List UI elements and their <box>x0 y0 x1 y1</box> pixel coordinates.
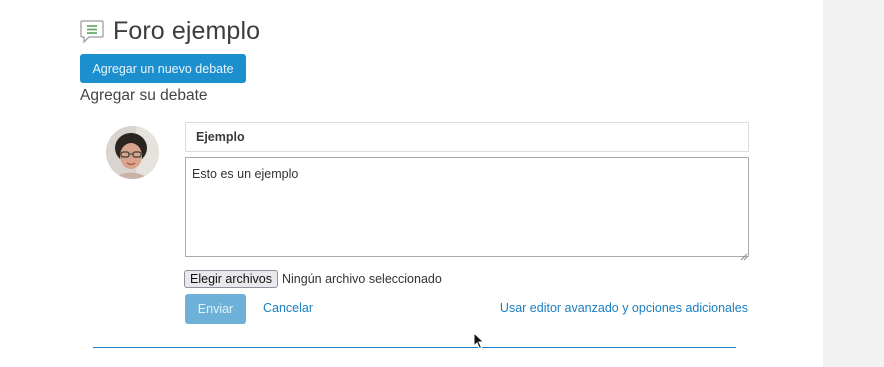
advanced-editor-link[interactable]: Usar editor avanzado y opciones adiciona… <box>500 301 748 315</box>
subject-input[interactable] <box>185 122 749 152</box>
cancel-link[interactable]: Cancelar <box>263 301 313 315</box>
file-upload-row: Elegir archivos Ningún archivo seleccion… <box>184 270 442 288</box>
add-discussion-button[interactable]: Agregar un nuevo debate <box>80 54 246 83</box>
page-title: Foro ejemplo <box>113 17 261 45</box>
user-avatar <box>106 126 159 179</box>
resize-handle-icon[interactable] <box>740 248 748 261</box>
submit-button[interactable]: Enviar <box>185 294 246 324</box>
forum-speech-bubble-icon <box>79 18 105 44</box>
form-heading: Agregar su debate <box>80 87 208 104</box>
page-right-gutter <box>823 0 884 367</box>
forum-header: Foro ejemplo <box>79 17 260 45</box>
file-status-text: Ningún archivo seleccionado <box>281 272 442 286</box>
choose-files-button[interactable]: Elegir archivos <box>184 270 278 288</box>
message-textarea[interactable]: Esto es un ejemplo <box>185 157 749 257</box>
section-divider <box>93 347 736 348</box>
